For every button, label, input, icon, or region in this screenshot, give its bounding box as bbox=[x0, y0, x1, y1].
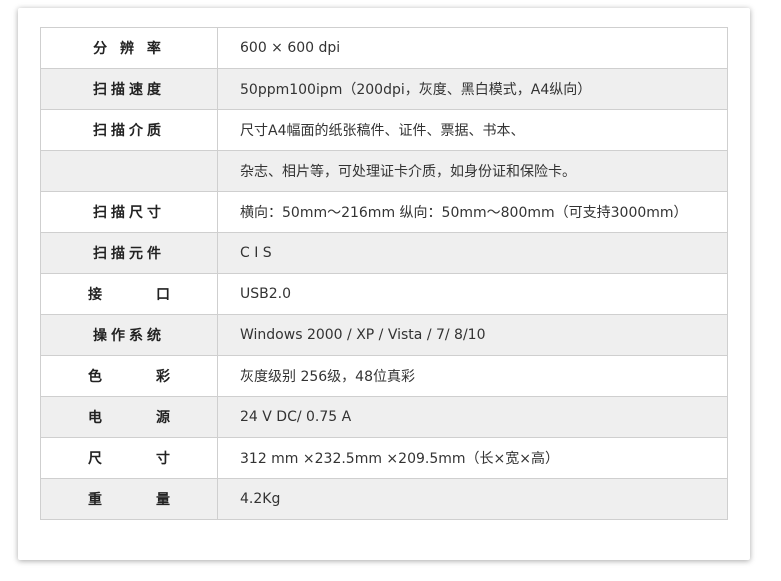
spec-label-cell: 扫描元件 bbox=[40, 232, 218, 274]
spec-value: 杂志、相片等，可处理证卡介质，如身份证和保险卡。 bbox=[217, 150, 728, 192]
spec-label: 电源 bbox=[88, 410, 170, 426]
spec-value: 600 × 600 dpi bbox=[217, 27, 728, 69]
spec-label: 扫描速度 bbox=[93, 82, 165, 98]
spec-value: 横向：50mm～216mm 纵向：50mm～800mm（可支持3000mm） bbox=[217, 191, 728, 233]
spec-label: 色彩 bbox=[88, 369, 170, 385]
spec-label-cell: 操作系统 bbox=[40, 314, 218, 356]
spec-label: 扫描尺寸 bbox=[93, 205, 165, 221]
spec-value: 24 V DC/ 0.75 A bbox=[217, 396, 728, 438]
spec-value: 50ppm100ipm（200dpi，灰度、黑白模式，A4纵向） bbox=[217, 68, 728, 110]
spec-value: 尺寸A4幅面的纸张稿件、证件、票据、书本、 bbox=[217, 109, 728, 151]
spec-row: 尺寸 312 mm ×232.5mm ×209.5mm（长×宽×高） bbox=[40, 437, 728, 479]
spec-value: 灰度级别 256级，48位真彩 bbox=[217, 355, 728, 397]
spec-value: USB2.0 bbox=[217, 273, 728, 315]
spec-label: 重量 bbox=[88, 492, 170, 508]
spec-label-cell: 重量 bbox=[40, 478, 218, 520]
spec-row: 扫描尺寸 横向：50mm～216mm 纵向：50mm～800mm（可支持3000m… bbox=[40, 191, 728, 233]
spec-row: 扫描速度 50ppm100ipm（200dpi，灰度、黑白模式，A4纵向） bbox=[40, 68, 728, 110]
spec-value: Windows 2000 / XP / Vista / 7/ 8/10 bbox=[217, 314, 728, 356]
spec-label: 分 辨 率 bbox=[93, 41, 165, 57]
spec-label-cell: 扫描速度 bbox=[40, 68, 218, 110]
spec-label-cell bbox=[40, 150, 218, 192]
spec-table: 分 辨 率 600 × 600 dpi 扫描速度 50ppm100ipm（200dpi… bbox=[40, 27, 728, 520]
spec-label-cell: 分 辨 率 bbox=[40, 27, 218, 69]
spec-value: 4.2Kg bbox=[217, 478, 728, 520]
spec-table-body: 分 辨 率 600 × 600 dpi 扫描速度 50ppm100ipm（200dpi… bbox=[40, 27, 728, 520]
spec-label-cell: 接口 bbox=[40, 273, 218, 315]
spec-label: 扫描介质 bbox=[93, 123, 165, 139]
spec-row: 色彩 灰度级别 256级，48位真彩 bbox=[40, 355, 728, 397]
spec-label: 接口 bbox=[88, 287, 170, 303]
spec-label-cell: 尺寸 bbox=[40, 437, 218, 479]
spec-value: 312 mm ×232.5mm ×209.5mm（长×宽×高） bbox=[217, 437, 728, 479]
spec-label: 扫描元件 bbox=[93, 246, 165, 262]
spec-label: 尺寸 bbox=[88, 451, 170, 467]
spec-row: 分 辨 率 600 × 600 dpi bbox=[40, 27, 728, 69]
spec-label-cell: 电源 bbox=[40, 396, 218, 438]
spec-row: 扫描元件 C I S bbox=[40, 232, 728, 274]
spec-value: C I S bbox=[217, 232, 728, 274]
spec-row: 操作系统 Windows 2000 / XP / Vista / 7/ 8/10 bbox=[40, 314, 728, 356]
spec-label-cell: 色彩 bbox=[40, 355, 218, 397]
spec-row: 接口 USB2.0 bbox=[40, 273, 728, 315]
spec-row: 重量 4.2Kg bbox=[40, 478, 728, 520]
spec-label-cell: 扫描尺寸 bbox=[40, 191, 218, 233]
spec-label: 操作系统 bbox=[93, 328, 165, 344]
spec-row: 电源 24 V DC/ 0.75 A bbox=[40, 396, 728, 438]
spec-row: 杂志、相片等，可处理证卡介质，如身份证和保险卡。 bbox=[40, 150, 728, 192]
spec-row: 扫描介质 尺寸A4幅面的纸张稿件、证件、票据、书本、 bbox=[40, 109, 728, 151]
spec-label-cell: 扫描介质 bbox=[40, 109, 218, 151]
